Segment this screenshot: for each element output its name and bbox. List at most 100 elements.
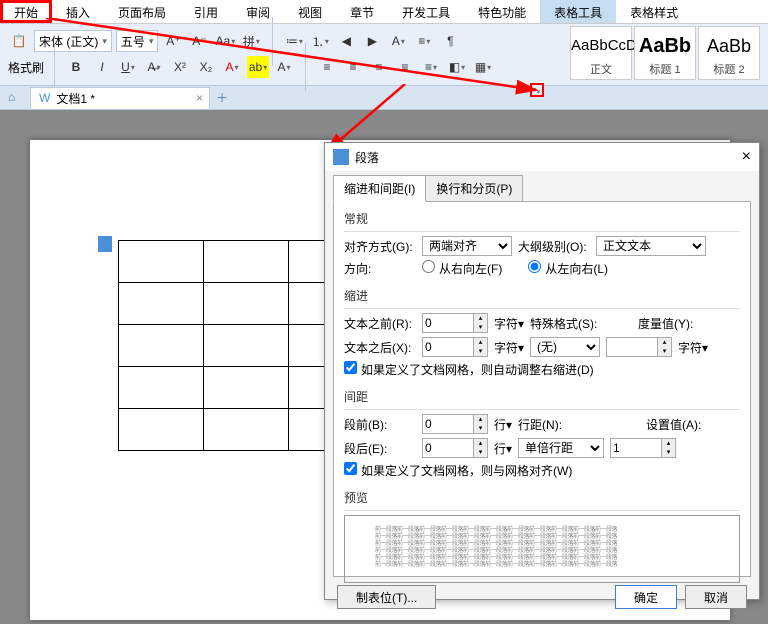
close-tab-icon[interactable]: ×: [196, 91, 203, 105]
font-color-icon[interactable]: A: [221, 56, 243, 78]
text-after-input[interactable]: [422, 337, 474, 357]
space-after-input[interactable]: [422, 438, 474, 458]
spacing-group: 间距 段前(B): ▴▾ 行▾ 行距(N): 设置值(A): 段后(E): ▴▾…: [344, 388, 740, 483]
borders-icon[interactable]: ▦: [472, 56, 494, 78]
tabs-button[interactable]: 制表位(T)...: [337, 585, 436, 609]
numbering-icon[interactable]: ⒈: [309, 30, 331, 52]
style-normal[interactable]: AaBbCcDd正文: [570, 26, 632, 80]
menu-dev[interactable]: 开发工具: [388, 0, 464, 23]
close-icon[interactable]: ×: [742, 148, 751, 166]
strike-icon[interactable]: A̶: [143, 56, 165, 78]
dir-ltr-radio[interactable]: 从左向右(L): [528, 260, 608, 277]
outline-label: 大纲级别(O):: [518, 238, 590, 255]
dir-rtl-radio[interactable]: 从右向左(F): [422, 260, 502, 277]
menu-view[interactable]: 视图: [284, 0, 336, 23]
menu-table-style[interactable]: 表格样式: [616, 0, 692, 23]
text-效果-icon[interactable]: A: [387, 30, 409, 52]
format-painter-label[interactable]: 格式刷: [8, 59, 44, 76]
spin-buttons[interactable]: ▴▾: [662, 438, 676, 458]
line-spacing-icon[interactable]: ≡: [413, 30, 435, 52]
style-h2[interactable]: AaBb标题 2: [698, 26, 760, 80]
text-after-label: 文本之后(X):: [344, 339, 416, 356]
unit-label[interactable]: 行▾: [494, 440, 512, 457]
superscript-icon[interactable]: X²: [169, 56, 191, 78]
align-right-icon[interactable]: ≡: [368, 56, 390, 78]
space-before-label: 段前(B):: [344, 416, 416, 433]
distribute-icon[interactable]: ≡: [420, 56, 442, 78]
menu-feature[interactable]: 特色功能: [464, 0, 540, 23]
style-h1[interactable]: AaBb标题 1: [634, 26, 696, 80]
paragraph-launcher-icon[interactable]: ↘: [530, 83, 544, 97]
grow-font-icon[interactable]: A⁺: [162, 30, 184, 52]
preview-group: 预览 前一段落前一段落前一段落前一段落前一段落前一段落前一段落前一段落前一段落前…: [344, 489, 740, 583]
unit-label[interactable]: 行▾: [494, 416, 512, 433]
underline-icon[interactable]: U: [117, 56, 139, 78]
change-case-icon[interactable]: Aa: [214, 30, 236, 52]
menu-table-tools[interactable]: 表格工具: [540, 0, 616, 23]
spin-buttons[interactable]: ▴▾: [474, 337, 488, 357]
char-border-icon[interactable]: A: [273, 56, 295, 78]
menu-layout[interactable]: 页面布局: [104, 0, 180, 23]
subscript-icon[interactable]: X₂: [195, 56, 217, 78]
paragraph-mark-icon: [98, 236, 112, 252]
space-before-input[interactable]: [422, 414, 474, 434]
special-label: 特殊格式(S):: [530, 315, 602, 332]
text-before-input[interactable]: [422, 313, 474, 333]
align-label: 对齐方式(G):: [344, 238, 416, 255]
set-value-input[interactable]: [610, 438, 662, 458]
cancel-button[interactable]: 取消: [685, 585, 747, 609]
italic-icon[interactable]: I: [91, 56, 113, 78]
snap-grid-checkbox[interactable]: 如果定义了文档网格，则与网格对齐(W): [344, 462, 572, 479]
indent-group: 缩进 文本之前(R): ▴▾ 字符▾ 特殊格式(S): 度量值(Y): 文本之后…: [344, 287, 740, 382]
shrink-font-icon[interactable]: A⁻: [188, 30, 210, 52]
general-group: 常规 对齐方式(G): 两端对齐 大纲级别(O): 正文文本 方向: 从右向左(…: [344, 210, 740, 281]
document-tab[interactable]: W 文档1 * ×: [30, 87, 210, 109]
font-size-combo[interactable]: 五号▾: [116, 30, 159, 52]
inc-indent-icon[interactable]: ▶: [361, 30, 383, 52]
shading-icon[interactable]: ◧: [446, 56, 468, 78]
bold-icon[interactable]: B: [65, 56, 87, 78]
tab-line-page[interactable]: 换行和分页(P): [425, 175, 523, 202]
bullets-icon[interactable]: ≔: [283, 30, 305, 52]
menu-bar: 开始 插入 页面布局 引用 审阅 视图 章节 开发工具 特色功能 表格工具 表格…: [0, 0, 768, 24]
auto-indent-checkbox[interactable]: 如果定义了文档网格，则自动调整右缩进(D): [344, 361, 594, 378]
show-marks-icon[interactable]: ¶: [439, 30, 461, 52]
unit-label[interactable]: 字符▾: [494, 339, 524, 356]
special-select[interactable]: (无): [530, 337, 600, 357]
line-spacing-select[interactable]: 单倍行距: [518, 438, 604, 458]
space-after-label: 段后(E):: [344, 440, 416, 457]
align-select[interactable]: 两端对齐: [422, 236, 512, 256]
tab-indent-spacing[interactable]: 缩进和间距(I): [333, 175, 426, 202]
menu-insert[interactable]: 插入: [52, 0, 104, 23]
menu-ref[interactable]: 引用: [180, 0, 232, 23]
text-before-label: 文本之前(R):: [344, 315, 416, 332]
align-center-icon[interactable]: ≡: [342, 56, 364, 78]
measure-input[interactable]: [606, 337, 658, 357]
spin-buttons[interactable]: ▴▾: [474, 313, 488, 333]
align-justify-icon[interactable]: ≡: [394, 56, 416, 78]
phonetic-icon[interactable]: 拼: [240, 30, 262, 52]
ok-button[interactable]: 确定: [615, 585, 677, 609]
menu-review[interactable]: 审阅: [232, 0, 284, 23]
dialog-titlebar[interactable]: 段落 ×: [325, 143, 759, 171]
new-tab-icon[interactable]: ＋: [216, 89, 228, 106]
dec-indent-icon[interactable]: ◀: [335, 30, 357, 52]
unit-label[interactable]: 字符▾: [494, 315, 524, 332]
spin-buttons[interactable]: ▴▾: [474, 414, 488, 434]
set-value-label: 设置值(A):: [646, 416, 718, 433]
outline-select[interactable]: 正文文本: [596, 236, 706, 256]
document-tab-title: 文档1 *: [56, 90, 95, 107]
paste-icon[interactable]: 📋: [8, 30, 30, 52]
align-left-icon[interactable]: ≡: [316, 56, 338, 78]
highlight-icon[interactable]: ab: [247, 56, 269, 78]
wps-icon: [333, 149, 349, 165]
spin-buttons[interactable]: ▴▾: [658, 337, 672, 357]
style-gallery: AaBbCcDd正文 AaBb标题 1 AaBb标题 2: [570, 26, 760, 80]
spin-buttons[interactable]: ▴▾: [474, 438, 488, 458]
menu-start[interactable]: 开始: [0, 0, 52, 23]
font-name-combo[interactable]: 宋体 (正文)▾: [34, 30, 112, 52]
menu-chapter[interactable]: 章节: [336, 0, 388, 23]
document-tabbar: ⌂ W 文档1 * × ＋: [0, 86, 768, 110]
unit-label[interactable]: 字符▾: [678, 339, 708, 356]
home-icon[interactable]: ⌂: [8, 90, 24, 106]
